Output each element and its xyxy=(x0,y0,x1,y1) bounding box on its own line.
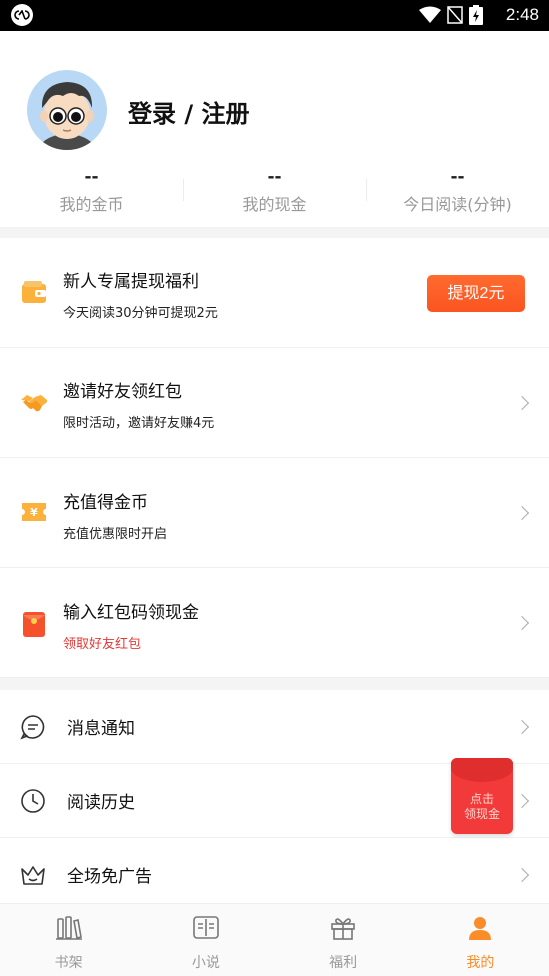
tab-label: 福利 xyxy=(329,955,358,971)
book-icon xyxy=(193,916,219,939)
tab-novel[interactable]: 小说 xyxy=(137,904,274,976)
avatar[interactable] xyxy=(27,70,107,150)
floating-red-packet-button[interactable]: 点击 领现金 xyxy=(451,758,513,834)
chevron-right-icon xyxy=(514,867,530,883)
chevron-right-icon xyxy=(514,719,530,735)
crown-icon xyxy=(21,866,45,885)
chevron-right-icon xyxy=(514,395,530,411)
chevron-right-icon xyxy=(514,505,530,521)
stat-cash[interactable]: -- 我的现金 xyxy=(183,167,366,223)
card-title: 新人专属提现福利 xyxy=(63,272,199,292)
stat-label: 我的现金 xyxy=(242,195,307,214)
menu-item-messages[interactable]: 消息通知 xyxy=(0,690,549,764)
stat-coins[interactable]: -- 我的金币 xyxy=(0,167,183,223)
tab-label: 我的 xyxy=(466,955,495,971)
card-title: 充值得金币 xyxy=(63,493,148,513)
section-divider xyxy=(0,227,549,238)
redeem-code-row[interactable]: 输入红包码领现金 领取好友红包 xyxy=(0,568,549,678)
tab-label: 书架 xyxy=(54,955,83,971)
handshake-icon xyxy=(21,395,47,412)
menu-item-label: 消息通知 xyxy=(67,719,135,739)
svg-text:¥: ¥ xyxy=(30,506,38,519)
stat-reading-minutes[interactable]: -- 今日阅读(分钟) xyxy=(366,167,549,223)
stat-label: 今日阅读(分钟) xyxy=(403,195,512,214)
red-packet-flap xyxy=(451,758,513,782)
newbie-withdraw-row[interactable]: 新人专属提现福利 今天阅读30分钟可提现2元 提现2元 xyxy=(0,238,549,348)
stat-label: 我的金币 xyxy=(59,195,124,214)
red-envelope-icon xyxy=(23,612,45,637)
login-register-link[interactable]: 登录 / 注册 xyxy=(128,94,249,129)
card-subtitle: 充值优惠限时开启 xyxy=(63,527,168,542)
tab-mine[interactable]: 我的 xyxy=(412,904,549,976)
wifi-icon xyxy=(419,6,441,23)
card-title: 输入红包码领现金 xyxy=(63,603,199,623)
card-subtitle: 今天阅读30分钟可提现2元 xyxy=(63,306,218,321)
app-logo-icon xyxy=(11,4,33,26)
invite-friends-row[interactable]: 邀请好友领红包 限时活动，邀请好友赚4元 xyxy=(0,348,549,458)
status-bar: 2:48 xyxy=(0,0,549,31)
tab-bookshelf[interactable]: 书架 xyxy=(0,904,137,976)
message-icon xyxy=(20,715,45,740)
card-subtitle: 领取好友红包 xyxy=(63,637,142,652)
menu-item-label: 阅读历史 xyxy=(67,793,135,813)
recharge-coins-row[interactable]: ¥ 充值得金币 充值优惠限时开启 xyxy=(0,458,549,568)
tab-welfare[interactable]: 福利 xyxy=(275,904,412,976)
yuan-ticket-icon: ¥ xyxy=(22,503,46,521)
red-packet-line2: 领现金 xyxy=(463,807,500,821)
stat-value: -- xyxy=(267,167,282,187)
wallet-icon xyxy=(22,281,46,303)
no-sim-icon xyxy=(447,6,463,24)
bottom-tab-bar: 书架 小说 福利 我的 xyxy=(0,903,549,976)
chevron-right-icon xyxy=(514,615,530,631)
stat-value: -- xyxy=(84,167,99,187)
profile-header: 登录 / 注册 -- 我的金币 -- 我的现金 -- 今日阅读(分钟) xyxy=(0,31,549,227)
clock-icon xyxy=(21,789,45,813)
withdraw-button[interactable]: 提现2元 xyxy=(427,275,525,312)
section-divider xyxy=(0,678,549,690)
clock-time: 2:48 xyxy=(505,5,539,24)
stats-row: -- 我的金币 -- 我的现金 -- 今日阅读(分钟) xyxy=(0,167,549,223)
card-subtitle: 限时活动，邀请好友赚4元 xyxy=(63,416,215,431)
menu-item-label: 全场免广告 xyxy=(67,867,152,887)
gift-icon xyxy=(331,918,355,940)
user-icon xyxy=(469,917,492,940)
battery-charging-icon xyxy=(469,5,483,25)
menu-item-no-ads[interactable]: 全场免广告 xyxy=(0,838,549,912)
stat-value: -- xyxy=(450,167,465,187)
chevron-right-icon xyxy=(514,793,530,809)
tab-label: 小说 xyxy=(191,955,220,971)
bookshelf-icon xyxy=(55,916,82,940)
card-title: 邀请好友领红包 xyxy=(63,382,182,402)
